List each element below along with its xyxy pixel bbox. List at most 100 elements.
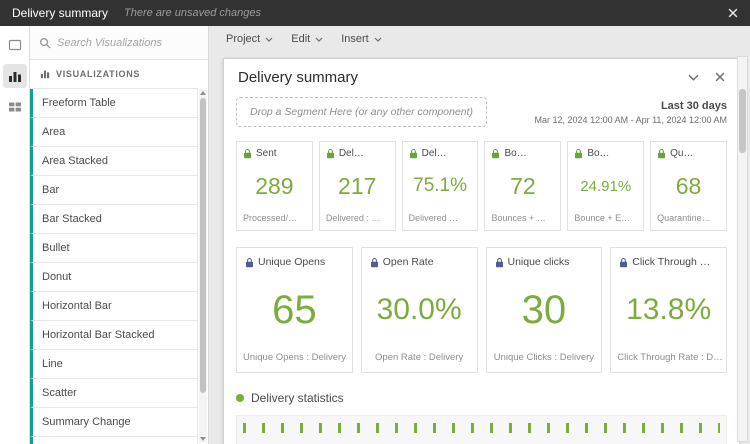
panel-header: Delivery summary bbox=[224, 59, 739, 95]
menu-edit[interactable]: Edit bbox=[282, 29, 332, 49]
card-title: Click Through … bbox=[632, 256, 718, 268]
card-footer: Quarantine… bbox=[651, 213, 726, 230]
date-range-detail: Mar 12, 2024 12:00 AM - Apr 11, 2024 12:… bbox=[535, 115, 727, 125]
viz-item-scatter[interactable]: Scatter bbox=[30, 379, 197, 408]
card-title: Open Rate bbox=[383, 256, 469, 268]
lock-icon bbox=[657, 148, 666, 159]
search-input[interactable] bbox=[57, 37, 199, 49]
sidebar-scrollbar[interactable] bbox=[199, 89, 207, 443]
close-panel-button[interactable] bbox=[715, 72, 725, 82]
lock-icon bbox=[574, 148, 583, 159]
panel-date-range[interactable]: Last 30 days Mar 12, 2024 12:00 AM - Apr… bbox=[535, 97, 727, 125]
card-header: Click Through … bbox=[611, 248, 726, 268]
close-icon bbox=[728, 8, 738, 18]
metric-card-bounce-rate[interactable]: Bo… 24.91% Bounce + E… bbox=[567, 141, 644, 231]
lock-icon bbox=[619, 257, 628, 268]
section-title: Delivery statistics bbox=[251, 391, 344, 405]
metric-card-quarantine[interactable]: Qu… 68 Quarantine… bbox=[650, 141, 727, 231]
card-footer: Unique Clicks : Delivery bbox=[487, 352, 602, 372]
sidebar-scrollbar-thumb[interactable] bbox=[200, 98, 206, 393]
card-title: Qu… bbox=[670, 148, 720, 159]
panels-rail-button[interactable] bbox=[3, 33, 27, 57]
card-footer: Delivered … bbox=[403, 213, 478, 230]
menu-insert[interactable]: Insert bbox=[332, 29, 391, 49]
viz-item-line[interactable]: Line bbox=[30, 350, 197, 379]
viz-item-horizontal-bar-stacked[interactable]: Horizontal Bar Stacked bbox=[30, 321, 197, 350]
viz-item-summary-change[interactable]: Summary Change bbox=[30, 408, 197, 437]
segment-drop-zone[interactable]: Drop a Segment Here (or any other compon… bbox=[236, 97, 487, 127]
card-footer: Delivered : … bbox=[320, 213, 395, 230]
viz-item-area[interactable]: Area bbox=[30, 118, 197, 147]
viz-item-area-stacked[interactable]: Area Stacked bbox=[30, 147, 197, 176]
lock-icon bbox=[495, 257, 504, 268]
card-value: 72 bbox=[485, 159, 560, 213]
card-value: 75.1% bbox=[403, 159, 478, 213]
metric-card-bounces[interactable]: Bo… 72 Bounces + … bbox=[484, 141, 561, 231]
panel-body: Drop a Segment Here (or any other compon… bbox=[224, 95, 739, 444]
menu-bar: Project Edit Insert bbox=[209, 26, 750, 52]
metric-card-click-through-rate[interactable]: Click Through … 13.8% Click Through Rate… bbox=[610, 247, 727, 373]
metric-card-delivered[interactable]: Del… 217 Delivered : … bbox=[319, 141, 396, 231]
metric-card-sent[interactable]: Sent 289 Processed/… bbox=[236, 141, 313, 231]
card-header: Unique Opens bbox=[237, 248, 352, 268]
card-header: Bo… bbox=[485, 142, 560, 159]
panel-top-row: Drop a Segment Here (or any other compon… bbox=[236, 97, 727, 127]
project-title: Delivery summary bbox=[12, 6, 108, 20]
collapse-panel-button[interactable] bbox=[688, 74, 699, 81]
menu-project[interactable]: Project bbox=[217, 29, 282, 49]
card-value: 13.8% bbox=[611, 268, 726, 352]
card-footer: Bounce + E… bbox=[568, 213, 643, 230]
card-footer: Open Rate : Delivery bbox=[362, 352, 477, 372]
card-footer: Unique Opens : Delivery bbox=[237, 352, 352, 372]
metric-card-open-rate[interactable]: Open Rate 30.0% Open Rate : Delivery bbox=[361, 247, 478, 373]
metric-card-unique-clicks[interactable]: Unique clicks 30 Unique Clicks : Deliver… bbox=[486, 247, 603, 373]
card-title: Unique clicks bbox=[508, 256, 594, 268]
menu-insert-label: Insert bbox=[341, 33, 369, 45]
lock-icon bbox=[245, 257, 254, 268]
left-icon-rail bbox=[0, 26, 30, 444]
chevron-down-icon bbox=[688, 74, 699, 81]
lock-icon bbox=[370, 257, 379, 268]
visualizations-rail-button[interactable] bbox=[3, 64, 27, 88]
top-bar: Delivery summary There are unsaved chang… bbox=[0, 0, 750, 26]
components-icon bbox=[8, 100, 22, 114]
scroll-down-arrow[interactable] bbox=[200, 437, 206, 441]
lock-icon bbox=[409, 148, 418, 159]
viz-item-bar-stacked[interactable]: Bar Stacked bbox=[30, 205, 197, 234]
workspace-area: Project Edit Insert Delivery summary bbox=[209, 26, 750, 444]
close-project-button[interactable] bbox=[728, 8, 738, 18]
chevron-down-icon bbox=[315, 37, 323, 42]
metric-card-delivered-rate[interactable]: Del… 75.1% Delivered … bbox=[402, 141, 479, 231]
search-row bbox=[30, 26, 208, 60]
viz-item-summary-number[interactable]: Summary Number bbox=[30, 437, 197, 444]
components-rail-button[interactable] bbox=[3, 95, 27, 119]
app-window: Delivery summary There are unsaved chang… bbox=[0, 0, 750, 444]
card-value: 289 bbox=[237, 159, 312, 213]
viz-item-donut[interactable]: Donut bbox=[30, 263, 197, 292]
card-value: 65 bbox=[237, 268, 352, 352]
card-header: Bo… bbox=[568, 142, 643, 159]
content-area: VISUALIZATIONS Freeform Table Area Area … bbox=[0, 26, 750, 444]
metric-card-unique-opens[interactable]: Unique Opens 65 Unique Opens : Delivery bbox=[236, 247, 353, 373]
card-title: Del… bbox=[422, 148, 472, 159]
viz-item-bar[interactable]: Bar bbox=[30, 176, 197, 205]
card-value: 68 bbox=[651, 159, 726, 213]
menu-project-label: Project bbox=[226, 33, 260, 45]
viz-item-horizontal-bar[interactable]: Horizontal Bar bbox=[30, 292, 197, 321]
lock-icon bbox=[243, 148, 252, 159]
card-footer: Click Through Rate : D… bbox=[611, 352, 726, 372]
section-title-label: VISUALIZATIONS bbox=[56, 69, 140, 79]
scroll-up-arrow[interactable] bbox=[200, 91, 206, 95]
bar-chart-icon bbox=[8, 69, 22, 83]
summary-cards-row-1: Sent 289 Processed/… Del… 217 Delivered … bbox=[236, 141, 727, 231]
main-scrollbar[interactable] bbox=[737, 56, 748, 442]
viz-item-bullet[interactable]: Bullet bbox=[30, 234, 197, 263]
viz-item-freeform-table[interactable]: Freeform Table bbox=[30, 89, 197, 118]
visualizations-sidebar: VISUALIZATIONS Freeform Table Area Area … bbox=[30, 26, 209, 444]
delivery-summary-panel: Delivery summary Drop a Segment Here (or… bbox=[223, 58, 740, 444]
card-header: Qu… bbox=[651, 142, 726, 159]
main-scrollbar-thumb[interactable] bbox=[739, 89, 746, 153]
legend-dot bbox=[236, 394, 244, 402]
visualizations-section-header: VISUALIZATIONS bbox=[30, 60, 208, 88]
lock-icon bbox=[491, 148, 500, 159]
